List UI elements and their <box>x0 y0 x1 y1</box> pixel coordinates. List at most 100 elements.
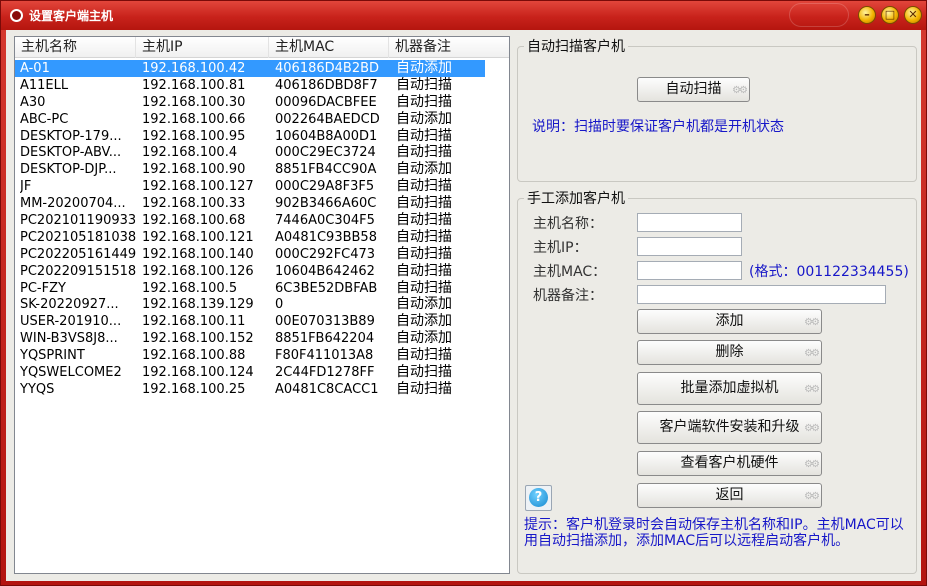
table-row[interactable]: ABC-PC 192.168.100.66 002264BAEDCD 自动添加 <box>15 111 509 128</box>
cell-host-mac: 00E070313B89 <box>275 314 375 330</box>
cell-host-mac: F80F411013A8 <box>275 348 374 364</box>
table-row[interactable]: YQSPRINT 192.168.100.88 F80F411013A8 自动扫描 <box>15 347 509 364</box>
list-rows: A-01 192.168.100.42 406186D4B2BD 自动添加 A11ELL… <box>15 60 509 398</box>
cell-host-ip: 192.168.139.129 <box>142 297 254 313</box>
cell-host-ip: 192.168.100.126 <box>142 263 254 279</box>
cell-host-ip: 192.168.100.25 <box>142 381 246 397</box>
cell-host-ip: 192.168.100.88 <box>142 348 246 364</box>
column-header-ip[interactable]: 主机IP <box>136 37 269 58</box>
cell-host-mac: 0 <box>275 297 284 313</box>
auto-scan-button-label: 自动扫描 <box>665 81 722 97</box>
table-row[interactable]: JF 192.168.100.127 000C29A8F3F5 自动扫描 <box>15 178 509 195</box>
cell-host-mac: 8851FB642204 <box>275 331 375 347</box>
maximize-button[interactable]: □ <box>881 6 899 24</box>
cell-host-ip: 192.168.100.90 <box>142 162 246 178</box>
table-row[interactable]: PC202101190933 192.168.100.68 7446A0C304F5… <box>15 212 509 229</box>
cell-host-name: PC-FZY <box>20 280 66 296</box>
cell-remark: 自动添加 <box>396 330 452 347</box>
help-button[interactable]: ? <box>525 485 552 511</box>
table-row[interactable]: A11ELL 192.168.100.81 406186DBD8F7 自动扫描 <box>15 77 509 94</box>
table-row[interactable]: PC202209151518 192.168.100.126 10604B64246… <box>15 263 509 280</box>
cell-host-name: YYQS <box>20 381 55 397</box>
cell-host-name: DESKTOP-DJP... <box>20 162 117 178</box>
app-icon <box>10 9 23 22</box>
cell-host-name: USER-201910... <box>20 314 122 330</box>
cell-host-mac: 000C29EC3724 <box>275 145 376 161</box>
cell-remark: 自动扫描 <box>396 127 452 144</box>
cell-remark: 自动扫描 <box>396 364 452 381</box>
table-row[interactable]: PC-FZY 192.168.100.5 6C3BE52DBFAB 自动扫描 <box>15 280 509 297</box>
cell-host-name: JF <box>20 179 32 195</box>
cell-host-name: YQSPRINT <box>20 348 85 364</box>
cell-remark: 自动添加 <box>396 60 452 76</box>
cell-host-ip: 192.168.100.11 <box>142 314 246 330</box>
table-row[interactable]: PC202205161449 192.168.100.140 000C292FC47… <box>15 246 509 263</box>
back-button[interactable]: 返回 ⚙⚙ <box>637 483 822 508</box>
cell-host-name: YQSWELCOME2 <box>20 365 122 381</box>
cell-host-mac: 406186DBD8F7 <box>275 77 378 93</box>
cell-remark: 自动扫描 <box>396 178 452 195</box>
cell-remark: 自动添加 <box>396 296 452 313</box>
cell-host-mac: A0481C8CACC1 <box>275 381 379 397</box>
auto-scan-button[interactable]: 自动扫描 ⚙⚙ <box>637 77 750 102</box>
title-bar[interactable]: 设置客户端主机 – □ ✕ <box>1 1 926 30</box>
cell-host-name: PC202101190933 <box>20 213 137 229</box>
close-button[interactable]: ✕ <box>904 6 922 24</box>
gear-decoration-icon: ⚙⚙ <box>804 423 820 434</box>
cell-host-mac: 00096DACBFEE <box>275 94 377 110</box>
cell-host-name: WIN-B3VS8J8... <box>20 331 118 347</box>
cell-host-ip: 192.168.100.30 <box>142 94 246 110</box>
table-row[interactable]: SK-20220927... 192.168.139.129 0 自动添加 <box>15 296 509 313</box>
cell-host-ip: 192.168.100.140 <box>142 246 254 262</box>
host-mac-input[interactable] <box>637 261 742 280</box>
install-upgrade-button-label: 客户端软件安装和升级 <box>659 419 800 435</box>
batch-add-vm-button[interactable]: 批量添加虚拟机 ⚙⚙ <box>637 372 822 405</box>
table-row[interactable]: A-01 192.168.100.42 406186D4B2BD 自动添加 <box>15 60 485 77</box>
host-list[interactable]: 主机名称 主机IP 主机MAC 机器备注 A-01 192.168.100.42 4… <box>14 36 510 574</box>
gear-decoration-icon: ⚙⚙ <box>804 348 820 359</box>
cell-host-mac: 000C29A8F3F5 <box>275 179 375 195</box>
column-header-mac[interactable]: 主机MAC <box>269 37 389 58</box>
view-hardware-button[interactable]: 查看客户机硬件 ⚙⚙ <box>637 451 822 476</box>
table-row[interactable]: YQSWELCOME2 192.168.100.124 2C44FD1278FF 自动… <box>15 364 509 381</box>
install-upgrade-button[interactable]: 客户端软件安装和升级 ⚙⚙ <box>637 411 822 444</box>
table-row[interactable]: PC202105181038 192.168.100.121 A0481C93BB5… <box>15 229 509 246</box>
cell-remark: 自动扫描 <box>396 245 452 262</box>
table-row[interactable]: YYQS 192.168.100.25 A0481C8CACC1 自动扫描 <box>15 381 509 398</box>
auto-scan-group <box>517 46 917 182</box>
add-button[interactable]: 添加 ⚙⚙ <box>637 309 822 334</box>
host-name-input[interactable] <box>637 213 742 232</box>
cell-host-name: MM-20200704... <box>20 196 126 212</box>
table-row[interactable]: USER-201910... 192.168.100.11 00E070313B89… <box>15 313 509 330</box>
cell-host-ip: 192.168.100.152 <box>142 331 254 347</box>
table-row[interactable]: DESKTOP-ABV... 192.168.100.4 000C29EC3724 自… <box>15 144 509 161</box>
remark-input[interactable] <box>637 285 886 304</box>
column-header-name[interactable]: 主机名称 <box>15 37 136 58</box>
cell-host-mac: 902B3466A60C <box>275 196 377 212</box>
table-row[interactable]: DESKTOP-DJP... 192.168.100.90 8851FB4CC90A… <box>15 161 509 178</box>
cell-host-mac: 8851FB4CC90A <box>275 162 377 178</box>
table-row[interactable]: WIN-B3VS8J8... 192.168.100.152 8851FB64220… <box>15 330 509 347</box>
delete-button[interactable]: 删除 ⚙⚙ <box>637 340 822 365</box>
cell-host-name: A-01 <box>20 61 50 76</box>
host-ip-input[interactable] <box>637 237 742 256</box>
auto-scan-group-title: 自动扫描客户机 <box>524 36 628 56</box>
host-name-label: 主机名称： <box>533 216 603 232</box>
minimize-button[interactable]: – <box>858 6 876 24</box>
table-row[interactable]: A30 192.168.100.30 00096DACBFEE 自动扫描 <box>15 94 509 111</box>
cell-host-mac: 2C44FD1278FF <box>275 365 375 381</box>
cell-remark: 自动添加 <box>396 313 452 330</box>
cell-host-name: SK-20220927... <box>20 297 119 313</box>
host-mac-label: 主机MAC： <box>533 264 607 280</box>
client-area: 主机名称 主机IP 主机MAC 机器备注 A-01 192.168.100.42 4… <box>6 30 921 581</box>
column-header-remark[interactable]: 机器备注 <box>389 37 509 58</box>
cell-host-name: ABC-PC <box>20 111 69 127</box>
table-row[interactable]: DESKTOP-179... 192.168.100.95 10604B8A00D1… <box>15 128 509 145</box>
tip-text: 提示：客户机登录时会自动保存主机名称和IP。主机MAC可以用自动扫描添加，添加M… <box>524 517 904 549</box>
table-row[interactable]: MM-20200704... 192.168.100.33 902B3466A60C… <box>15 195 509 212</box>
cell-remark: 自动扫描 <box>396 212 452 229</box>
add-button-label: 添加 <box>715 313 744 329</box>
cell-remark: 自动添加 <box>396 110 452 127</box>
cell-host-mac: 7446A0C304F5 <box>275 213 375 229</box>
view-hardware-button-label: 查看客户机硬件 <box>680 455 779 471</box>
